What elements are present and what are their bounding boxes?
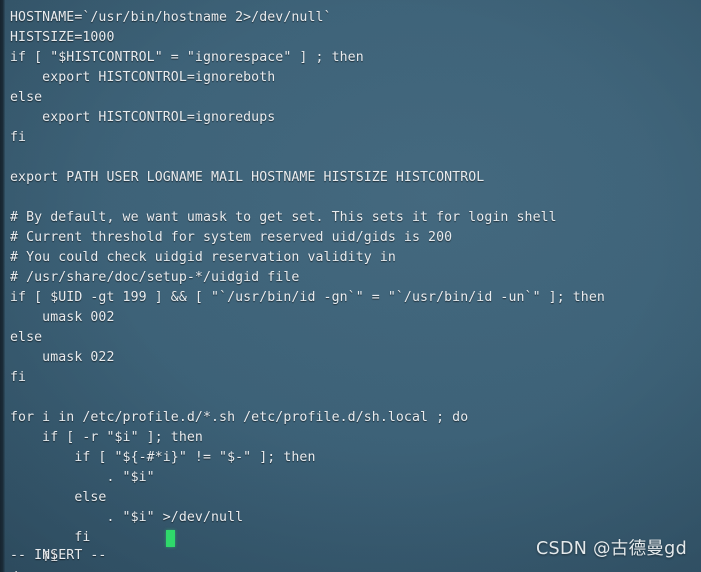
code-line: # By default, we want umask to get set. …: [10, 210, 557, 225]
code-line: if [ "$HISTCONTROL" = "ignorespace" ] ; …: [10, 50, 364, 65]
code-line: # You could check uidgid reservation val…: [10, 250, 396, 265]
code-line: . "$i": [10, 470, 155, 485]
code-line: for i in /etc/profile.d/*.sh /etc/profil…: [10, 410, 469, 425]
terminal-left-edge-gutter: [0, 0, 5, 572]
code-line: # /usr/share/doc/setup-*/uidgid file: [10, 270, 300, 285]
code-line: umask 022: [10, 350, 115, 365]
code-line: . "$i" >/dev/null: [10, 510, 244, 525]
code-line: else: [10, 330, 43, 345]
code-line: export HISTCONTROL=ignoreboth: [10, 70, 276, 85]
code-line: if [ -r "$i" ]; then: [10, 430, 203, 445]
code-line: fi: [10, 370, 27, 385]
code-line: else: [10, 90, 43, 105]
code-line: HOSTNAME=`/usr/bin/hostname 2>/dev/null`: [10, 10, 332, 25]
code-line: export PATH USER LOGNAME MAIL HOSTNAME H…: [10, 170, 485, 185]
code-line: else: [10, 490, 107, 505]
terminal-window[interactable]: HOSTNAME=`/usr/bin/hostname 2>/dev/null`…: [0, 0, 701, 572]
code-line: done: [0, 568, 701, 572]
code-line: if [ "${-#*i}" != "$-" ]; then: [10, 450, 316, 465]
csdn-watermark: CSDN @古德曼gd: [536, 539, 687, 559]
vim-mode-status: -- INSERT --: [10, 548, 107, 563]
code-line: umask 002: [10, 310, 115, 325]
code-line: # Current threshold for system reserved …: [10, 230, 453, 245]
text-cursor: [166, 530, 176, 547]
editor-text-buffer[interactable]: HOSTNAME=`/usr/bin/hostname 2>/dev/null`…: [0, 8, 701, 572]
code-line: HISTSIZE=1000: [10, 30, 115, 45]
code-line: export HISTCONTROL=ignoredups: [10, 110, 276, 125]
code-line: if [ $UID -gt 199 ] && [ "`/usr/bin/id -…: [10, 290, 605, 305]
code-line: fi: [10, 130, 27, 145]
